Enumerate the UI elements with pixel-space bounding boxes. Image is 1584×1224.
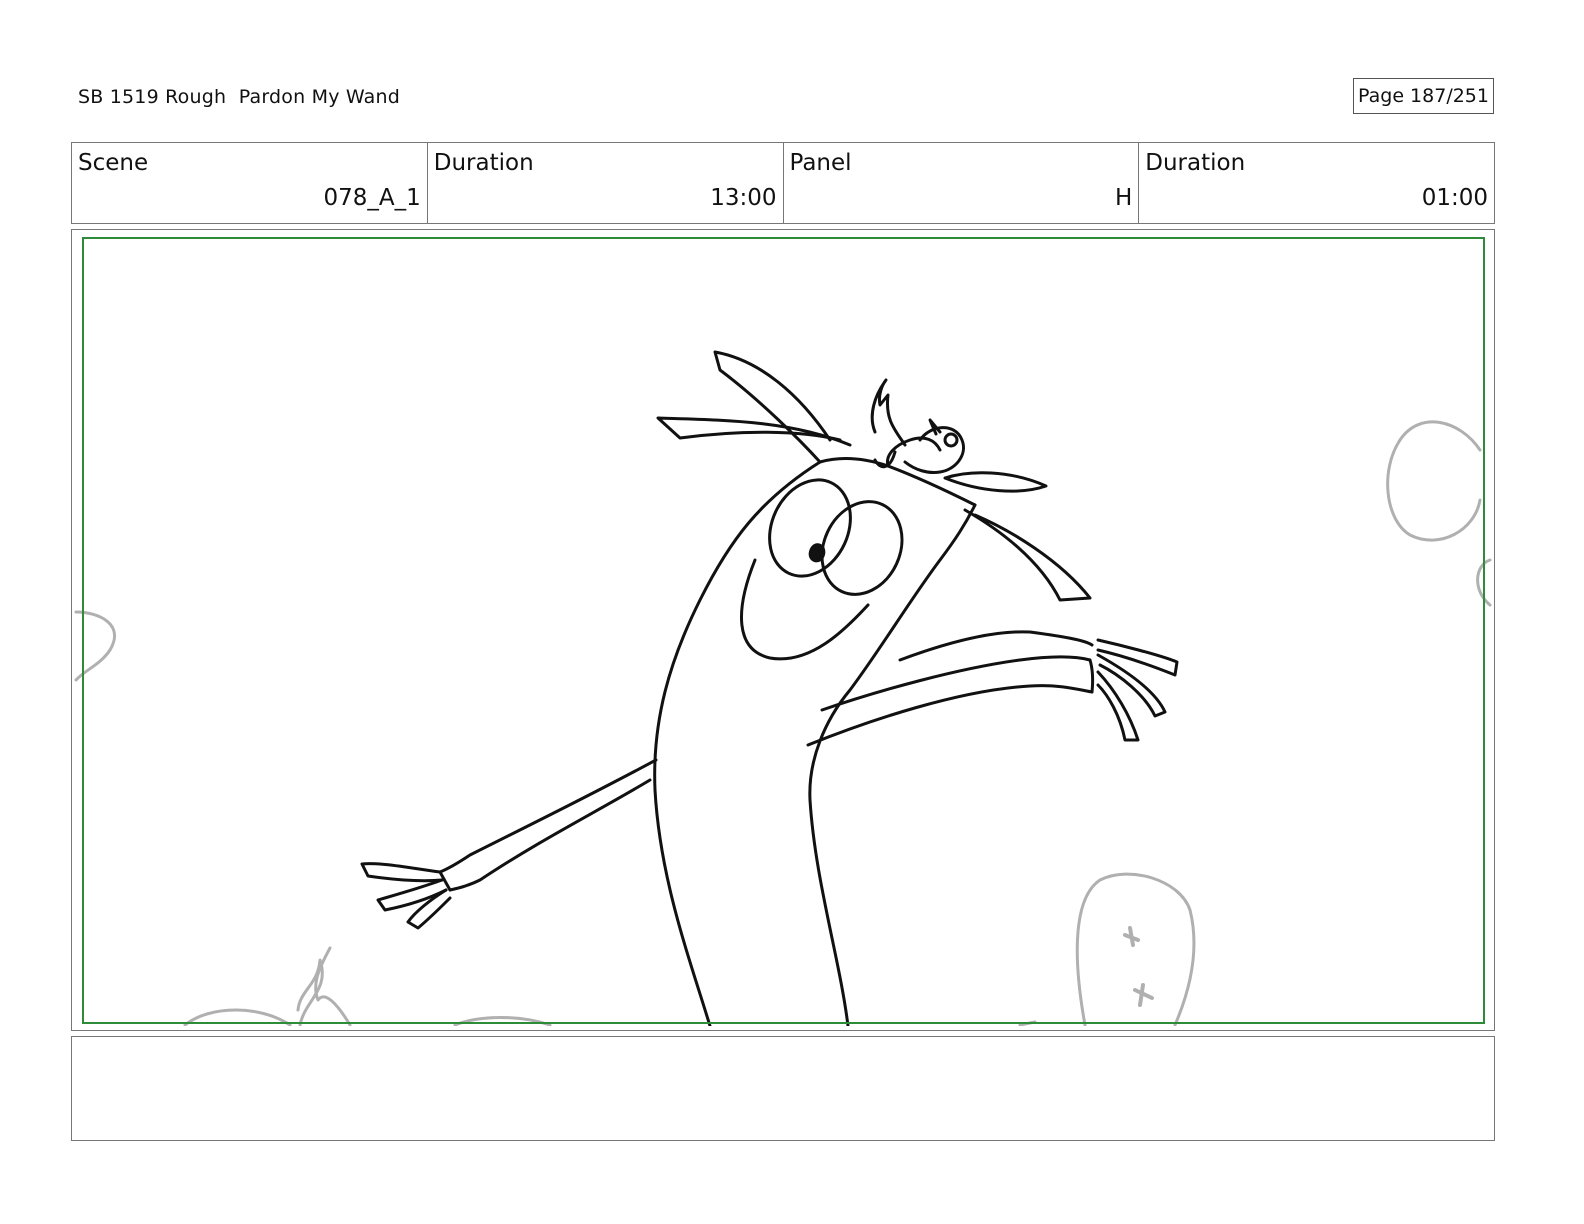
background-sketch	[74, 420, 1492, 1026]
panel-value: H	[1114, 185, 1133, 211]
storyboard-drawing	[74, 350, 1492, 1026]
panel-cell: Panel H	[784, 143, 1140, 223]
panel-label: Panel	[789, 150, 852, 176]
scene-label: Scene	[78, 150, 149, 176]
panel-duration-label: Duration	[1145, 150, 1246, 176]
scene-value: 078_A_1	[323, 185, 421, 211]
panel-notes-box	[71, 1036, 1495, 1141]
page-number: Page 187/251	[1353, 78, 1494, 114]
scene-duration-value: 13:00	[710, 185, 777, 211]
scene-cell: Scene 078_A_1	[72, 143, 428, 223]
character-sketch	[360, 350, 1179, 1026]
panel-duration-cell: Duration 01:00	[1139, 143, 1494, 223]
panel-info-table: Scene 078_A_1 Duration 13:00 Panel H Dur…	[71, 142, 1495, 224]
scene-duration-cell: Duration 13:00	[428, 143, 784, 223]
document-title: SB 1519 Rough Pardon My Wand	[78, 86, 401, 108]
panel-duration-value: 01:00	[1421, 185, 1488, 211]
scene-duration-label: Duration	[433, 150, 534, 176]
